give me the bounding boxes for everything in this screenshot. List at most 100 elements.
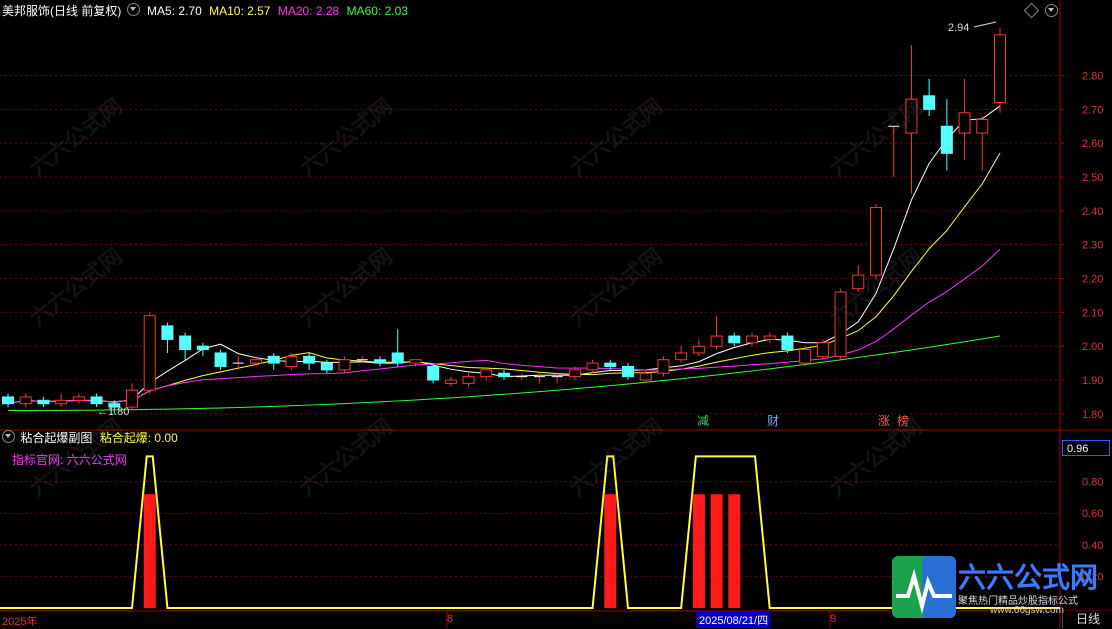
site-logo-icon	[892, 556, 956, 618]
sub-axis-current-value: 0.96	[1062, 440, 1110, 456]
sub-chart-header: 粘合起爆副图 粘合起爆: 0.00	[2, 430, 178, 446]
candle-up	[852, 274, 865, 290]
price-tick-label: 1.80	[1082, 409, 1103, 421]
candle-up	[905, 98, 918, 134]
price-tick-label: 2.70	[1082, 104, 1103, 116]
candle-up	[126, 389, 138, 408]
candle-up	[72, 396, 85, 401]
ma10-label: MA10:	[209, 4, 244, 18]
event-tag: 榜	[897, 413, 909, 428]
date-month-9: 9	[830, 613, 837, 625]
candle-up	[338, 359, 351, 371]
sub-tick-label: 0.40	[1082, 540, 1103, 552]
candle-up	[958, 112, 971, 134]
candle-down	[374, 359, 386, 364]
candle-up	[639, 372, 652, 381]
candle-down	[391, 352, 404, 364]
price-tick-label: 2.10	[1082, 307, 1103, 319]
price-tick-label: 2.60	[1082, 138, 1103, 150]
candle-down	[267, 355, 280, 364]
candle-up	[409, 359, 422, 364]
indicator-name: 粘合起爆副图	[20, 431, 93, 445]
series-value: 0.00	[154, 431, 178, 445]
ma5-label: MA5:	[147, 4, 176, 18]
site-label: 指标官网:	[12, 453, 64, 467]
candle-down	[604, 362, 617, 367]
ma10-value: 2.57	[247, 4, 271, 18]
price-tick-label: 2.30	[1082, 240, 1103, 252]
main-chart-header: 美邦服饰(日线 前复权) MA5: 2.70 MA10: 2.57 MA20: …	[2, 3, 408, 19]
sub-tick-label: 0.80	[1082, 477, 1103, 489]
candle-up	[976, 119, 989, 134]
date-month-8: 8	[447, 613, 454, 625]
price-tick-label: 2.80	[1082, 71, 1103, 83]
event-tag: 财	[767, 414, 779, 428]
candle-up	[870, 206, 882, 276]
high-arrow	[973, 21, 997, 28]
stock-name: 美邦服饰	[2, 4, 51, 18]
candle-up	[480, 369, 493, 378]
candle-down	[427, 365, 440, 381]
cursor-date: 2025/08/21/四	[697, 612, 771, 628]
candle-down	[196, 345, 209, 351]
candle-down	[303, 355, 316, 364]
candle-down	[179, 335, 192, 351]
signal-bar	[692, 494, 705, 608]
low-annotation: ←1.80	[97, 406, 129, 418]
candle-up	[55, 399, 68, 405]
candle-up	[799, 349, 812, 364]
candle-up	[710, 335, 723, 347]
candle-down	[161, 325, 174, 340]
candle-up	[657, 359, 670, 374]
candle-up	[444, 379, 457, 384]
period-button[interactable]: 日线	[1062, 611, 1112, 628]
price-tick-label: 2.50	[1082, 172, 1103, 184]
candle-up	[250, 359, 262, 364]
candle-down	[214, 352, 227, 367]
candle-up	[586, 362, 599, 371]
site-value: 六六公式网	[66, 453, 127, 467]
candle-down	[320, 362, 333, 371]
ma5-value: 2.70	[178, 4, 202, 18]
event-tag: 减	[697, 414, 709, 428]
candle-down	[923, 95, 936, 110]
ma60-label: MA60:	[346, 4, 382, 18]
ma20-label: MA20:	[277, 4, 313, 18]
chart-canvas[interactable]: 2.80 2.70 2.60 2.50 2.40 2.30 2.20 2.10 2.00 1.90…	[0, 0, 1112, 628]
settings-dropdown-icon[interactable]	[1045, 4, 1058, 17]
price-tick-label: 2.20	[1082, 274, 1103, 286]
price-tick-label: 2.00	[1082, 341, 1103, 353]
candle-up	[816, 342, 829, 357]
dropdown-icon[interactable]	[126, 3, 140, 16]
ma5-line	[7, 105, 1001, 405]
price-tick-label: 2.40	[1082, 206, 1103, 218]
site-logo-url: www.66gsw.com	[990, 605, 1064, 616]
candle-up	[285, 355, 298, 367]
signal-bar	[728, 494, 741, 608]
site-logo-title: 六六公式网	[958, 562, 1099, 593]
candle-up	[763, 335, 776, 340]
candle-up	[19, 396, 32, 405]
candle-up	[675, 352, 688, 361]
candle-up	[692, 345, 705, 354]
high-annotation: 2.94	[948, 22, 969, 34]
sub-tick-label: 0.60	[1082, 508, 1103, 520]
candle-down	[940, 125, 953, 154]
candle-up	[994, 34, 1006, 104]
candle-down	[498, 372, 510, 378]
candle-up	[834, 291, 847, 357]
ma20-value: 2.28	[315, 4, 340, 18]
candle-down	[2, 396, 14, 405]
candle-down	[90, 396, 103, 405]
candle-down	[37, 399, 50, 405]
candle-up	[462, 376, 475, 384]
signal-bar	[143, 494, 156, 608]
signal-bar	[710, 494, 723, 608]
price-tick-label: 1.90	[1082, 375, 1103, 387]
site-line: 指标官网: 六六公式网	[12, 452, 127, 468]
candle-up	[143, 315, 156, 391]
candle-down	[622, 365, 634, 378]
candle-down	[728, 335, 741, 344]
ma60-value: 2.03	[384, 4, 408, 18]
sub-dropdown-icon[interactable]	[2, 430, 15, 443]
